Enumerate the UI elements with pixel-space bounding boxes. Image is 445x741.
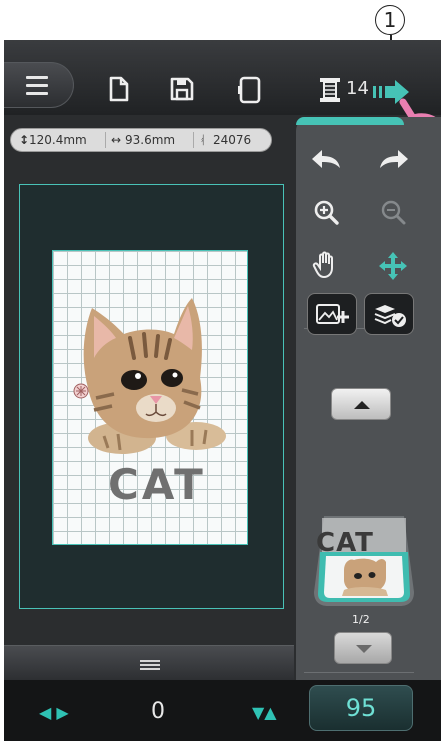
machine-screen: 14 ↕ 120.4mm ↔ 93.6mm ᚮ 24076 CAT CAT 1/… <box>4 40 441 741</box>
triangle-up-icon <box>354 401 370 409</box>
undo-icon[interactable] <box>310 148 344 172</box>
stitch-icon: ᚮ <box>199 133 207 147</box>
value-button[interactable]: 95 <box>309 685 413 731</box>
scroll-up-button[interactable] <box>331 388 391 420</box>
add-image-icon <box>316 304 349 324</box>
panel-divider <box>304 672 414 673</box>
design-info-bar: ↕ 120.4mm ↔ 93.6mm ᚮ 24076 <box>10 128 272 152</box>
page-indicator: 1/2 <box>352 613 370 626</box>
scroll-down-button[interactable] <box>334 632 392 664</box>
layers-check-icon <box>374 305 406 327</box>
add-image-button[interactable] <box>307 293 357 335</box>
frame-icon[interactable] <box>236 76 264 104</box>
zoom-in-icon[interactable] <box>312 198 340 226</box>
zoom-out-icon <box>381 200 406 225</box>
triangle-down-icon <box>356 645 372 653</box>
width-arrow-icon: ↔ <box>111 133 122 147</box>
callout-number: 1 <box>375 5 405 35</box>
vertical-arrows-icon: ▼▲ <box>252 703 277 722</box>
panel-tab[interactable] <box>296 117 404 125</box>
hand-icon[interactable] <box>312 250 342 280</box>
hamburger-icon <box>26 76 48 79</box>
cat-text-design[interactable]: CAT <box>108 460 206 509</box>
height-value: 120.4mm <box>29 133 87 147</box>
cat-embroidery-image[interactable] <box>74 298 239 458</box>
new-file-icon[interactable] <box>107 76 131 102</box>
thumbnail-cat-text: CAT <box>316 528 374 558</box>
menu-button[interactable] <box>4 62 74 108</box>
save-icon[interactable] <box>169 76 195 102</box>
needle-position-icon <box>73 383 89 399</box>
width-value: 93.6mm <box>125 133 176 147</box>
height-arrow-icon: ↕ <box>19 133 30 147</box>
horizontal-arrows-icon: ◀ ▶ <box>39 703 69 722</box>
stitch-count: 24076 <box>213 133 252 147</box>
horizontal-value: 0 <box>151 699 165 724</box>
move-icon[interactable] <box>377 250 409 282</box>
bottom-drawer-handle[interactable] <box>4 645 294 681</box>
layers-check-button[interactable] <box>364 293 414 335</box>
spool-count: 14 <box>346 78 369 99</box>
redo-icon[interactable] <box>376 148 410 172</box>
thread-spool-icon[interactable] <box>318 76 342 104</box>
design-thumbnail[interactable] <box>314 510 414 608</box>
